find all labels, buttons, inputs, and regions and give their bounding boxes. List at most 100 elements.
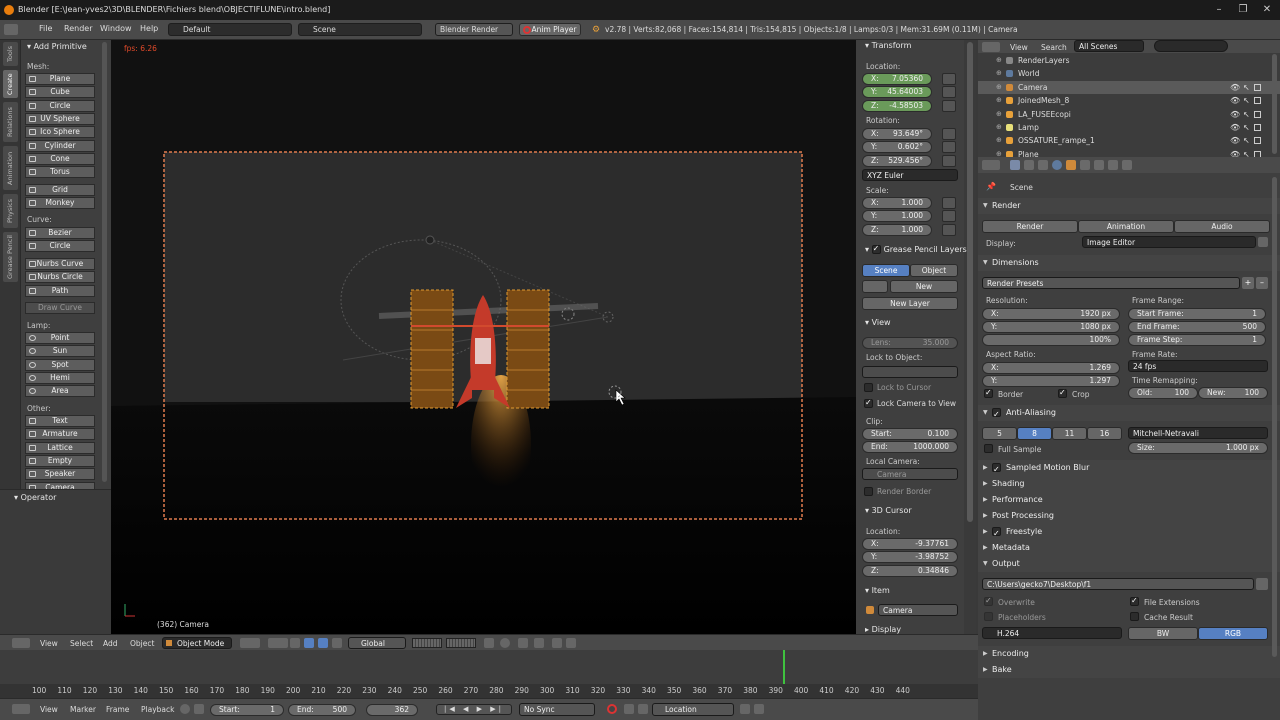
add-armature-button[interactable]: Armature bbox=[25, 428, 95, 441]
outliner-view-menu[interactable]: View bbox=[1010, 43, 1028, 52]
current-frame-field[interactable]: 362 bbox=[366, 704, 418, 716]
add-spot-lamp-button[interactable]: Spot bbox=[25, 358, 95, 371]
scale-manipulator-icon[interactable] bbox=[332, 638, 342, 648]
location-z-field[interactable]: Z: -4.58503 bbox=[862, 99, 932, 112]
3d-viewport[interactable]: fps: 6.26 (362) Camera bbox=[111, 40, 856, 634]
outliner-row-world[interactable]: ⊕ World bbox=[978, 67, 1280, 80]
minimize-icon[interactable]: – bbox=[1208, 0, 1230, 20]
performance-panel-header-toggle-icon[interactable]: ▶ bbox=[983, 492, 988, 508]
add-circle-curve-button[interactable]: Circle bbox=[25, 240, 95, 253]
opengl-render-icon[interactable] bbox=[552, 638, 562, 648]
outliner-filter-select[interactable]: All Scenes bbox=[1074, 40, 1144, 52]
resolution-y-field[interactable]: Y: 1080 px bbox=[982, 321, 1120, 333]
outliner-row-renderlayers[interactable]: ⊕ RenderLayers bbox=[978, 54, 1280, 67]
lock-rotation-icon[interactable] bbox=[942, 141, 956, 154]
dimensions-panel-header-toggle-icon[interactable]: ▼ bbox=[983, 255, 988, 271]
metadata-panel-header[interactable]: ▶ Metadata bbox=[978, 540, 1280, 556]
properties-scrollbar[interactable] bbox=[1272, 177, 1277, 657]
frame-step-field[interactable]: Frame Step: 1 bbox=[1128, 334, 1266, 346]
visibility-eye-icon[interactable]: 👁 bbox=[1230, 134, 1240, 147]
menu-window[interactable]: Window bbox=[100, 24, 132, 33]
expand-icon[interactable]: ⊕ bbox=[996, 134, 1002, 147]
time-remap-old-field[interactable]: Old: 100 bbox=[1128, 387, 1198, 399]
rotation-y-field[interactable]: Y: 0.602° bbox=[862, 141, 932, 154]
add-uv-sphere-button[interactable]: UV Sphere bbox=[25, 112, 95, 125]
aspect-x-field[interactable]: X: 1.269 bbox=[982, 362, 1120, 374]
color-bw-button[interactable]: BW bbox=[1128, 627, 1198, 640]
sync-mode-select[interactable]: No Sync bbox=[519, 703, 595, 716]
output-panel-header-toggle-icon[interactable]: ▼ bbox=[983, 556, 988, 572]
aspect-y-field[interactable]: Y: 1.297 bbox=[982, 375, 1120, 387]
end-frame-field[interactable]: End Frame: 500 bbox=[1128, 321, 1266, 333]
transform-orientation-select[interactable]: Global bbox=[348, 637, 406, 649]
snap-element-icon[interactable] bbox=[534, 638, 544, 648]
add-preset-icon[interactable]: + bbox=[1242, 277, 1254, 289]
expand-icon[interactable]: ⊕ bbox=[996, 94, 1002, 107]
layers-grid-1[interactable] bbox=[412, 638, 442, 648]
encoding-panel-header-toggle-icon[interactable]: ▶ bbox=[983, 646, 988, 662]
cache-result-checkbox[interactable] bbox=[1130, 612, 1139, 621]
expand-icon[interactable]: ⊕ bbox=[996, 108, 1002, 121]
performance-panel-header[interactable]: ▶ Performance bbox=[978, 492, 1280, 508]
add-nurbs-curve-button[interactable]: Nurbs Curve bbox=[25, 258, 95, 270]
clip-end-field[interactable]: End: 1000.000 bbox=[862, 441, 958, 453]
border-checkbox[interactable] bbox=[984, 388, 993, 398]
outliner-row-la-fuseecopi[interactable]: ⊕ LA_FUSEEcopi 👁 ↖ bbox=[978, 108, 1280, 121]
lock-scale-icon[interactable] bbox=[942, 197, 956, 209]
aa-samples-16-button[interactable]: 16 bbox=[1087, 427, 1122, 440]
bake-panel-header-toggle-icon[interactable]: ▶ bbox=[983, 662, 988, 678]
aa-samples-8-button[interactable]: 8 bbox=[1017, 427, 1052, 440]
outliner-editor-icon[interactable] bbox=[982, 42, 1000, 52]
audio-button[interactable]: Audio bbox=[1174, 220, 1270, 233]
selectability-icon[interactable]: ↖ bbox=[1243, 121, 1250, 134]
scene-tab-icon[interactable] bbox=[1038, 160, 1048, 170]
expand-icon[interactable]: ⊕ bbox=[996, 81, 1002, 94]
grease-pencil-checkbox[interactable] bbox=[871, 244, 881, 254]
overwrite-checkbox[interactable] bbox=[984, 596, 993, 606]
add-sun-lamp-button[interactable]: Sun bbox=[25, 345, 95, 358]
add-ico-sphere-button[interactable]: Ico Sphere bbox=[25, 126, 95, 139]
keyframe-type-icon[interactable] bbox=[638, 704, 648, 714]
selectability-icon[interactable]: ↖ bbox=[1243, 94, 1250, 107]
render-toggle-icon[interactable] bbox=[1254, 137, 1261, 145]
aa-samples-5-button[interactable]: 5 bbox=[982, 427, 1017, 440]
insert-keyframe-icon[interactable] bbox=[740, 704, 750, 714]
sidebar-scrollbar[interactable] bbox=[964, 40, 976, 634]
add-cone-button[interactable]: Cone bbox=[25, 152, 95, 165]
add-empty-button[interactable]: Empty bbox=[25, 454, 95, 467]
lock-location-x,y,z-icon[interactable] bbox=[942, 73, 956, 85]
tool-shelf-scrollbar[interactable] bbox=[102, 42, 107, 482]
outliner-row-lamp[interactable]: ⊕ Lamp 👁 ↖ bbox=[978, 121, 1280, 134]
lock-location-x,y,z-icon[interactable] bbox=[942, 86, 956, 99]
grease-pencil-brush-icon[interactable] bbox=[862, 280, 888, 293]
keying-icon[interactable] bbox=[624, 704, 634, 714]
shading-panel-header[interactable]: ▶ Shading bbox=[978, 476, 1280, 492]
tab-animation[interactable]: Animation bbox=[3, 146, 18, 190]
playback-controls[interactable]: |◀ ◀ ▶ ▶| bbox=[436, 704, 512, 715]
placeholders-checkbox[interactable] bbox=[984, 612, 993, 621]
opengl-anim-icon[interactable] bbox=[566, 638, 576, 648]
post-processing-panel-header-toggle-icon[interactable]: ▶ bbox=[983, 508, 988, 524]
location-y-field[interactable]: Y: 45.64003 bbox=[862, 86, 932, 99]
grease-new-button[interactable]: New bbox=[890, 280, 958, 293]
add-grid-button[interactable]: Grid bbox=[25, 184, 95, 196]
time-remap-new-field[interactable]: New: 100 bbox=[1198, 387, 1268, 399]
aa-filter-select[interactable]: Mitchell-Netravali bbox=[1128, 427, 1268, 439]
render-tab-icon[interactable] bbox=[1010, 160, 1020, 170]
add-bezier-curve-button[interactable]: Bezier bbox=[25, 227, 95, 239]
keying-set-select[interactable]: Location bbox=[652, 703, 734, 716]
scene-selector[interactable]: Scene bbox=[298, 23, 422, 36]
scale-y-field[interactable]: Y: 1.000 bbox=[862, 210, 932, 223]
draw-curve-button[interactable]: Draw Curve bbox=[25, 302, 95, 314]
sampled-motion-blur-panel-header-checkbox[interactable] bbox=[992, 462, 1001, 478]
anti-aliasing-panel-header-toggle-icon[interactable]: ▼ bbox=[983, 405, 988, 421]
timeline-editor-icon[interactable] bbox=[12, 704, 30, 714]
pivot-point-icon[interactable] bbox=[268, 638, 288, 648]
lock-location-x,y,z-icon[interactable] bbox=[942, 99, 956, 112]
end-frame-field[interactable]: End: 500 bbox=[288, 704, 356, 716]
render-toggle-icon[interactable] bbox=[1254, 83, 1261, 91]
render-border-checkbox[interactable] bbox=[864, 487, 873, 496]
aa-samples-11-button[interactable]: 11 bbox=[1052, 427, 1087, 440]
record-icon[interactable] bbox=[607, 704, 617, 714]
freestyle-panel-header-toggle-icon[interactable]: ▶ bbox=[983, 524, 988, 540]
